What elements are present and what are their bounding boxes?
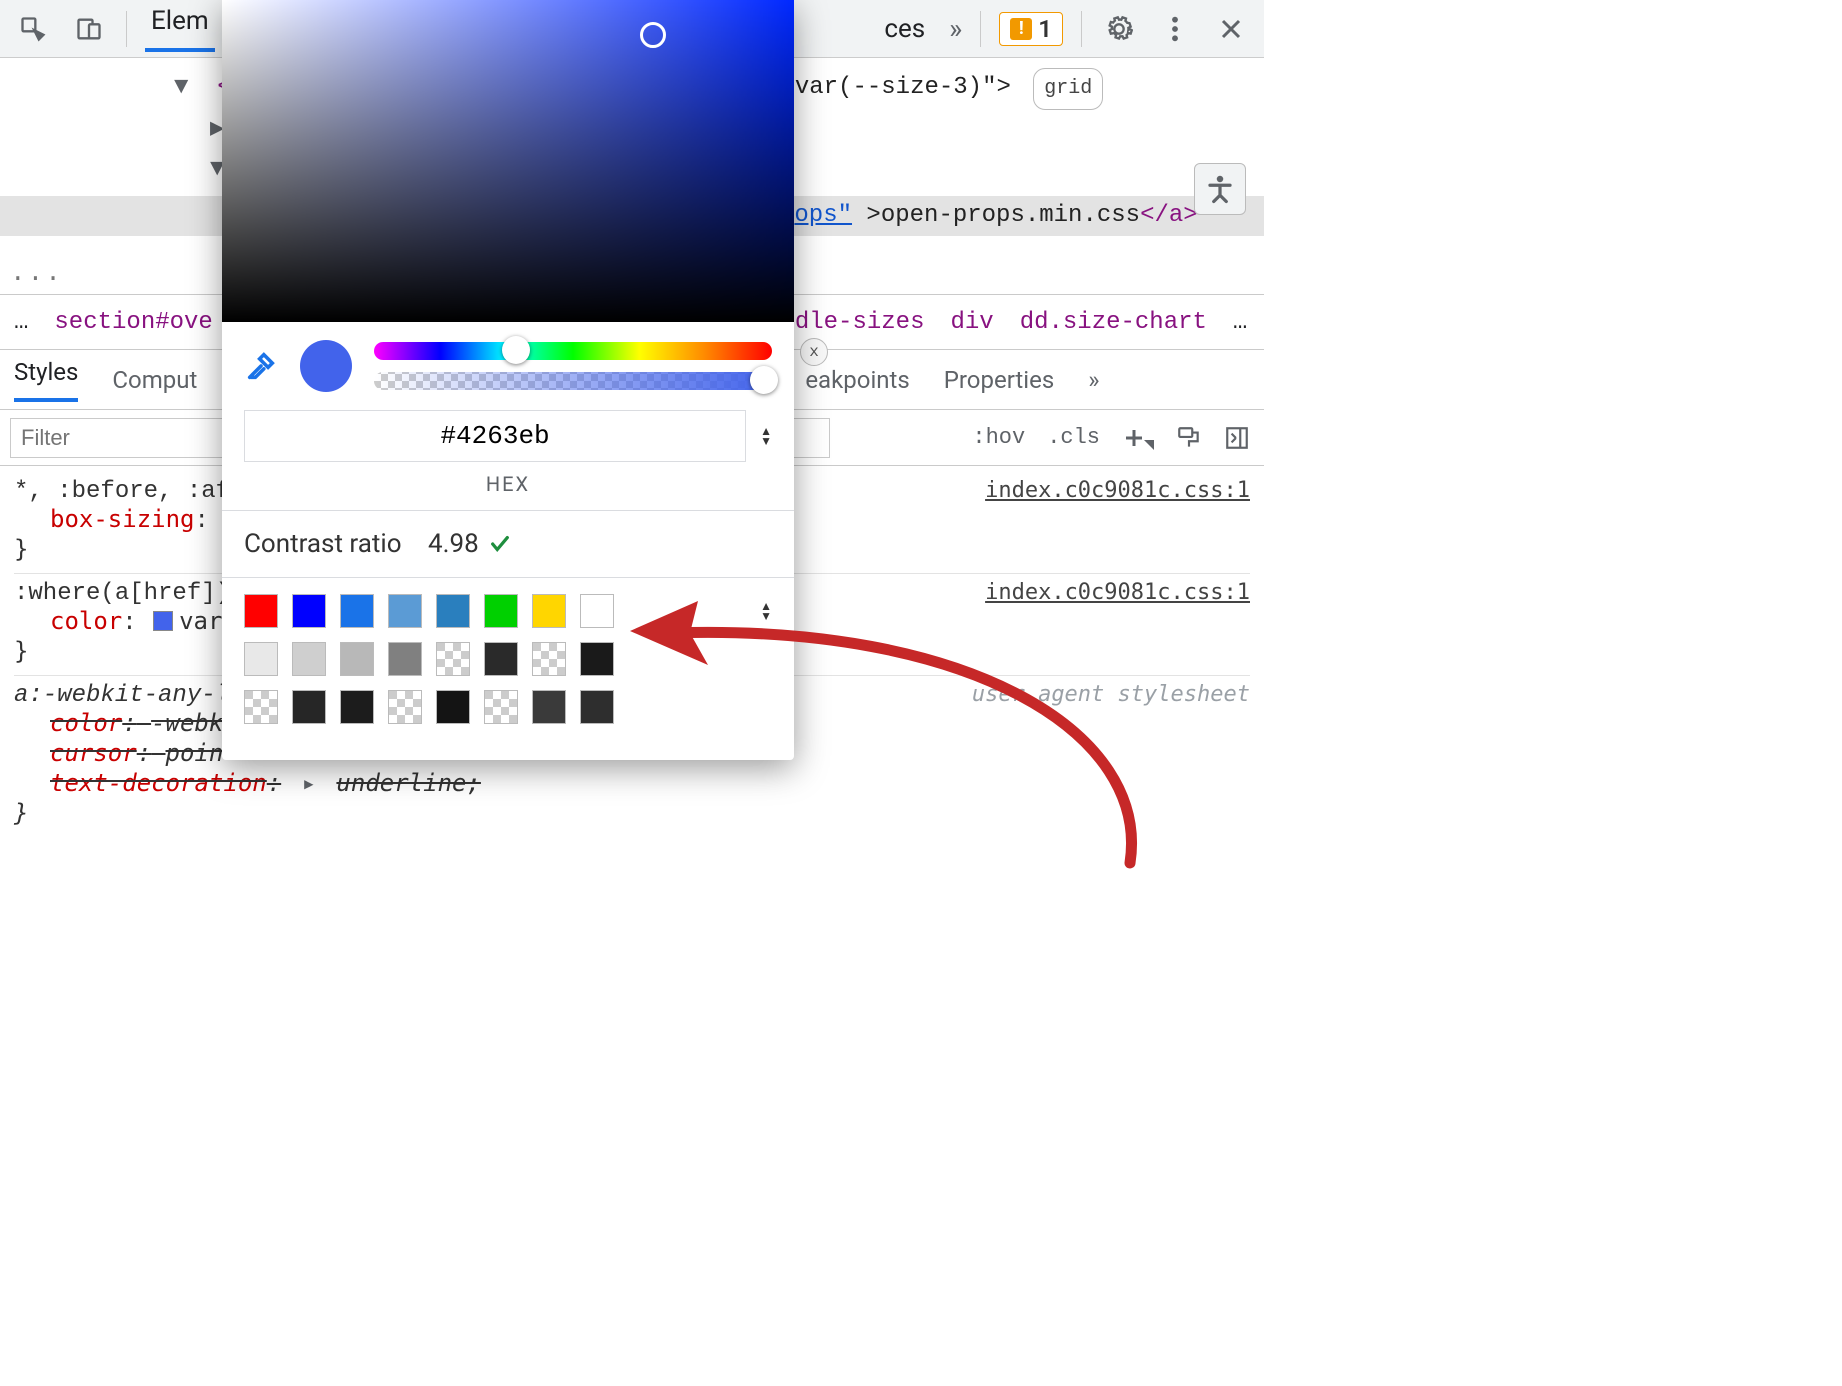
color-swatch[interactable] xyxy=(292,642,326,676)
color-swatch[interactable] xyxy=(388,690,422,724)
href-link[interactable]: ops" xyxy=(794,202,852,229)
color-format-label: HEX xyxy=(222,472,794,510)
color-swatch[interactable] xyxy=(484,642,518,676)
slider-thumb[interactable] xyxy=(502,336,530,364)
color-swatch[interactable] xyxy=(532,594,566,628)
color-swatch[interactable] xyxy=(244,642,278,676)
color-swatch[interactable] xyxy=(340,690,374,724)
hov-toggle[interactable]: :hov xyxy=(972,425,1025,450)
slider-thumb[interactable] xyxy=(750,366,778,394)
color-swatch[interactable] xyxy=(484,594,518,628)
issues-chip[interactable]: ! 1 xyxy=(999,12,1063,46)
color-swatch[interactable] xyxy=(532,642,566,676)
stylesheet-link[interactable]: index.c0c9081c.css:1 xyxy=(985,478,1250,503)
subtab-breakpoints[interactable]: eakpoints xyxy=(805,366,909,394)
settings-gear-icon[interactable] xyxy=(1100,10,1138,48)
close-devtools-icon[interactable] xyxy=(1212,10,1250,48)
subtabs-more-icon[interactable]: » xyxy=(1088,366,1099,394)
css-property[interactable]: box-sizing xyxy=(50,505,195,533)
accessibility-tree-button[interactable] xyxy=(1194,163,1246,215)
color-swatch[interactable] xyxy=(292,690,326,724)
check-icon xyxy=(489,533,511,555)
color-swatch-icon[interactable] xyxy=(153,611,173,631)
tab-elements[interactable]: Elem xyxy=(145,6,215,52)
color-swatch[interactable] xyxy=(292,594,326,628)
color-swatch[interactable] xyxy=(436,690,470,724)
toolbar-more-tabs-icon[interactable]: » xyxy=(949,12,962,45)
color-picker-popover: ▲▼ HEX Contrast ratio 4.98 ▲▼ xyxy=(222,0,794,760)
color-swatch[interactable] xyxy=(580,690,614,724)
user-agent-label: user agent stylesheet xyxy=(972,682,1250,707)
subtab-styles[interactable]: Styles xyxy=(14,358,78,402)
eyedropper-icon[interactable] xyxy=(244,349,278,383)
css-property: cursor xyxy=(50,739,137,767)
color-swatch[interactable] xyxy=(580,594,614,628)
swatch-page-spinner[interactable]: ▲▼ xyxy=(760,601,772,621)
toggle-computed-sidebar-icon[interactable] xyxy=(1224,425,1250,451)
close-pill[interactable]: x xyxy=(800,338,828,366)
inspect-element-icon[interactable] xyxy=(14,10,52,48)
cls-toggle[interactable]: .cls xyxy=(1047,425,1100,450)
subtab-computed[interactable]: Comput xyxy=(112,366,197,394)
color-swatch[interactable] xyxy=(244,690,278,724)
format-spinner[interactable]: ▲▼ xyxy=(760,426,772,446)
hex-input[interactable] xyxy=(244,410,746,462)
issues-count: 1 xyxy=(1038,15,1052,43)
new-rule-button-icon[interactable] xyxy=(1122,426,1154,450)
subtab-properties[interactable]: Properties xyxy=(944,366,1054,394)
color-swatch[interactable] xyxy=(388,594,422,628)
color-swatch[interactable] xyxy=(436,594,470,628)
color-field-cursor[interactable] xyxy=(640,22,666,48)
breadcrumb-item[interactable]: dd.size-chart xyxy=(1020,309,1207,336)
stylesheet-link[interactable]: index.c0c9081c.css:1 xyxy=(985,580,1250,605)
arrow-right-icon: ▸ xyxy=(302,772,316,799)
breadcrumb-item[interactable]: div xyxy=(950,309,993,336)
grid-badge[interactable]: grid xyxy=(1033,68,1103,110)
breadcrumb-ellipsis[interactable]: … xyxy=(14,309,28,336)
hue-slider[interactable] xyxy=(374,342,772,360)
color-swatch[interactable] xyxy=(340,594,374,628)
color-swatch[interactable] xyxy=(484,690,518,724)
color-swatch[interactable] xyxy=(388,642,422,676)
color-swatch[interactable] xyxy=(244,594,278,628)
breadcrumb-item[interactable]: dle-sizes xyxy=(795,309,925,336)
contrast-ratio-row[interactable]: Contrast ratio 4.98 xyxy=(222,510,794,578)
current-color-swatch xyxy=(300,340,352,392)
swatch-row xyxy=(244,642,772,676)
color-field[interactable] xyxy=(222,0,794,322)
breadcrumb-item[interactable]: section#ove xyxy=(54,309,212,336)
contrast-value: 4.98 xyxy=(428,529,479,559)
color-swatch[interactable] xyxy=(580,642,614,676)
color-swatch[interactable] xyxy=(340,642,374,676)
color-swatch[interactable] xyxy=(436,642,470,676)
swatch-row xyxy=(244,690,772,724)
dom-ellipsis: ... xyxy=(10,258,63,288)
css-property[interactable]: color xyxy=(50,607,122,635)
warning-icon: ! xyxy=(1010,18,1032,40)
breadcrumb-ellipsis[interactable]: … xyxy=(1233,309,1247,336)
swatch-grid: ▲▼ xyxy=(222,578,794,760)
kebab-menu-icon[interactable] xyxy=(1156,10,1194,48)
device-toolbar-icon[interactable] xyxy=(70,10,108,48)
alpha-slider[interactable] xyxy=(374,372,772,390)
tab-sources-truncated[interactable]: ces xyxy=(878,14,931,44)
css-property: color xyxy=(50,709,122,737)
swatch-row: ▲▼ xyxy=(244,594,772,628)
contrast-label: Contrast ratio xyxy=(244,529,402,559)
css-property: text-decoration xyxy=(50,769,267,797)
color-swatch[interactable] xyxy=(532,690,566,724)
styles-paint-icon[interactable] xyxy=(1176,425,1202,451)
